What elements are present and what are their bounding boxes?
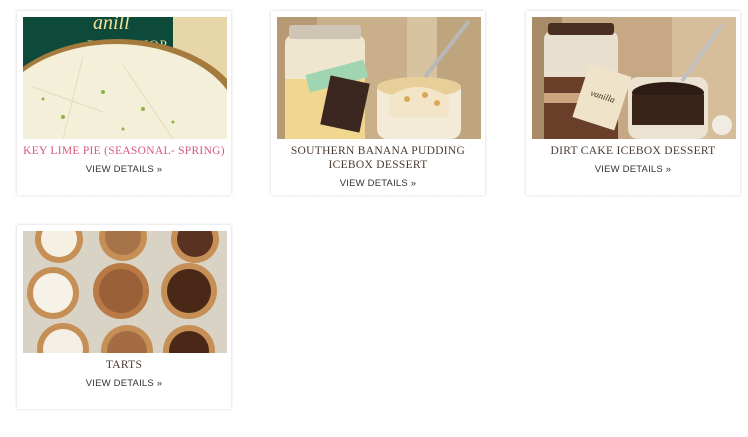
view-details-link[interactable]: VIEW DETAILS » — [271, 178, 485, 189]
product-title[interactable]: TARTS — [23, 358, 225, 372]
dirt-cake-jar-photo[interactable]: vanilla — [532, 17, 736, 139]
product-title[interactable]: DIRT CAKE ICEBOX DESSERT — [532, 144, 734, 158]
banana-pudding-jar-photo[interactable] — [277, 17, 481, 139]
product-title[interactable]: KEY LIME PIE (SEASONAL- SPRING) — [23, 144, 225, 158]
scalloped-edge — [526, 193, 740, 196]
tarts-photo[interactable] — [23, 231, 227, 353]
product-title[interactable]: SOUTHERN BANANA PUDDING ICEBOX DESSERT — [277, 144, 479, 172]
view-details-link[interactable]: VIEW DETAILS » — [17, 378, 231, 389]
product-card-tarts[interactable]: TARTS VIEW DETAILS » — [17, 225, 231, 410]
product-card-banana-pudding[interactable]: SOUTHERN BANANA PUDDING ICEBOX DESSERT V… — [271, 11, 485, 196]
product-card-key-lime-pie[interactable]: anill BAKE SHOP KEY LIME PIE (SEASONAL- … — [17, 11, 231, 196]
scalloped-edge — [17, 193, 231, 196]
view-details-link[interactable]: VIEW DETAILS » — [526, 164, 740, 175]
product-card-dirt-cake[interactable]: vanilla DIRT CAKE ICEBOX DESSERT VIEW DE… — [526, 11, 740, 196]
brand-overlay-top: anill — [93, 17, 130, 34]
view-details-link[interactable]: VIEW DETAILS » — [17, 164, 231, 175]
scalloped-edge — [271, 193, 485, 196]
key-lime-pie-photo[interactable]: anill BAKE SHOP — [23, 17, 227, 139]
scalloped-edge — [17, 407, 231, 410]
